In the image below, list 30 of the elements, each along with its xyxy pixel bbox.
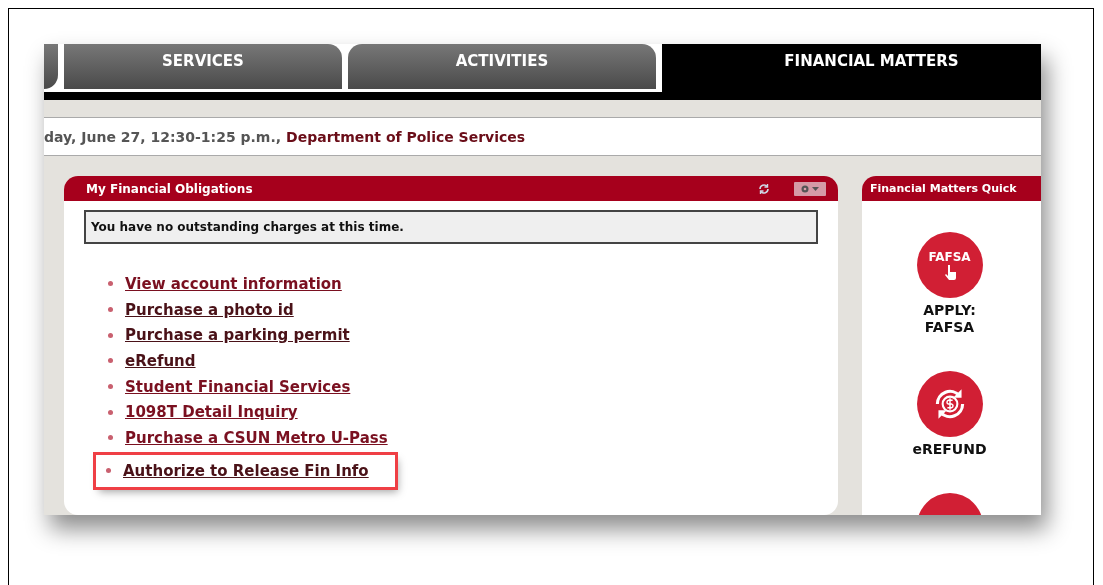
quick-link-label[interactable]: eREFUND: [909, 441, 990, 458]
bullet-icon: [108, 358, 113, 364]
link[interactable]: View account information: [125, 274, 342, 293]
bullet-icon: [108, 435, 113, 441]
link[interactable]: Purchase a parking permit: [125, 326, 350, 345]
bullet-icon: [108, 332, 113, 338]
link[interactable]: Student Financial Services: [125, 377, 351, 396]
refresh-icon[interactable]: [758, 182, 770, 195]
panel-title: Financial Matters Quick: [870, 182, 1017, 195]
bullet-icon: [108, 281, 113, 287]
panel-title: My Financial Obligations: [86, 181, 253, 196]
link[interactable]: Purchase a photo id: [125, 300, 294, 319]
nav-tab[interactable]: [44, 44, 58, 89]
announcement-text: day, June 27, 12:30-1:25 p.m.,: [44, 128, 282, 145]
nav-tab[interactable]: SERVICES: [64, 44, 342, 89]
bullet-icon: [108, 409, 113, 415]
announcement-link[interactable]: Department of Police Services: [286, 128, 526, 145]
link[interactable]: eRefund: [125, 351, 196, 370]
link[interactable]: Purchase a CSUN Metro U-Pass: [125, 428, 388, 447]
quick-link-label[interactable]: APPLY: FAFSA: [909, 302, 990, 336]
settings-menu-button[interactable]: [794, 181, 826, 196]
link[interactable]: 1098T Detail Inquiry: [125, 403, 298, 422]
nav-tab[interactable]: ACTIVITIES: [348, 44, 656, 89]
bullet-icon: [108, 307, 113, 313]
bullet-icon: [106, 468, 111, 474]
notice-message: You have no outstanding charges at this time.: [84, 210, 818, 244]
fafsa-hand-icon[interactable]: FAFSA: [916, 232, 983, 298]
bullet-icon: [108, 384, 113, 390]
link[interactable]: Authorize to Release Fin Info: [123, 461, 369, 480]
nav-tab[interactable]: FINANCIAL MATTERS: [662, 44, 1041, 92]
